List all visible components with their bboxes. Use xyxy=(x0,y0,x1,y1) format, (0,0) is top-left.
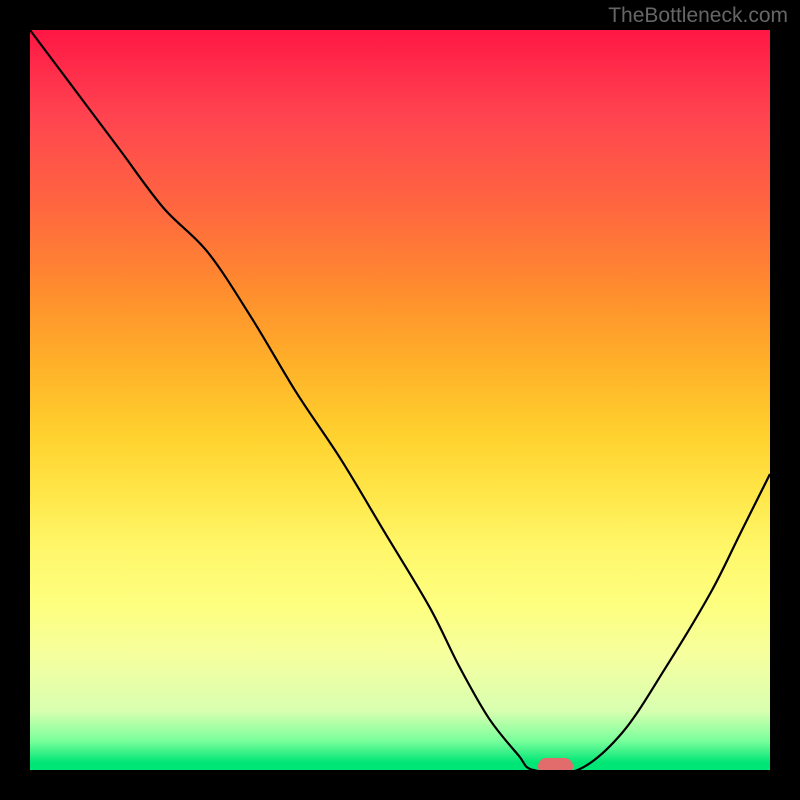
plot-area xyxy=(30,30,770,770)
optimal-marker xyxy=(538,758,573,770)
watermark-text: TheBottleneck.com xyxy=(608,4,788,28)
bottleneck-curve xyxy=(30,30,770,770)
